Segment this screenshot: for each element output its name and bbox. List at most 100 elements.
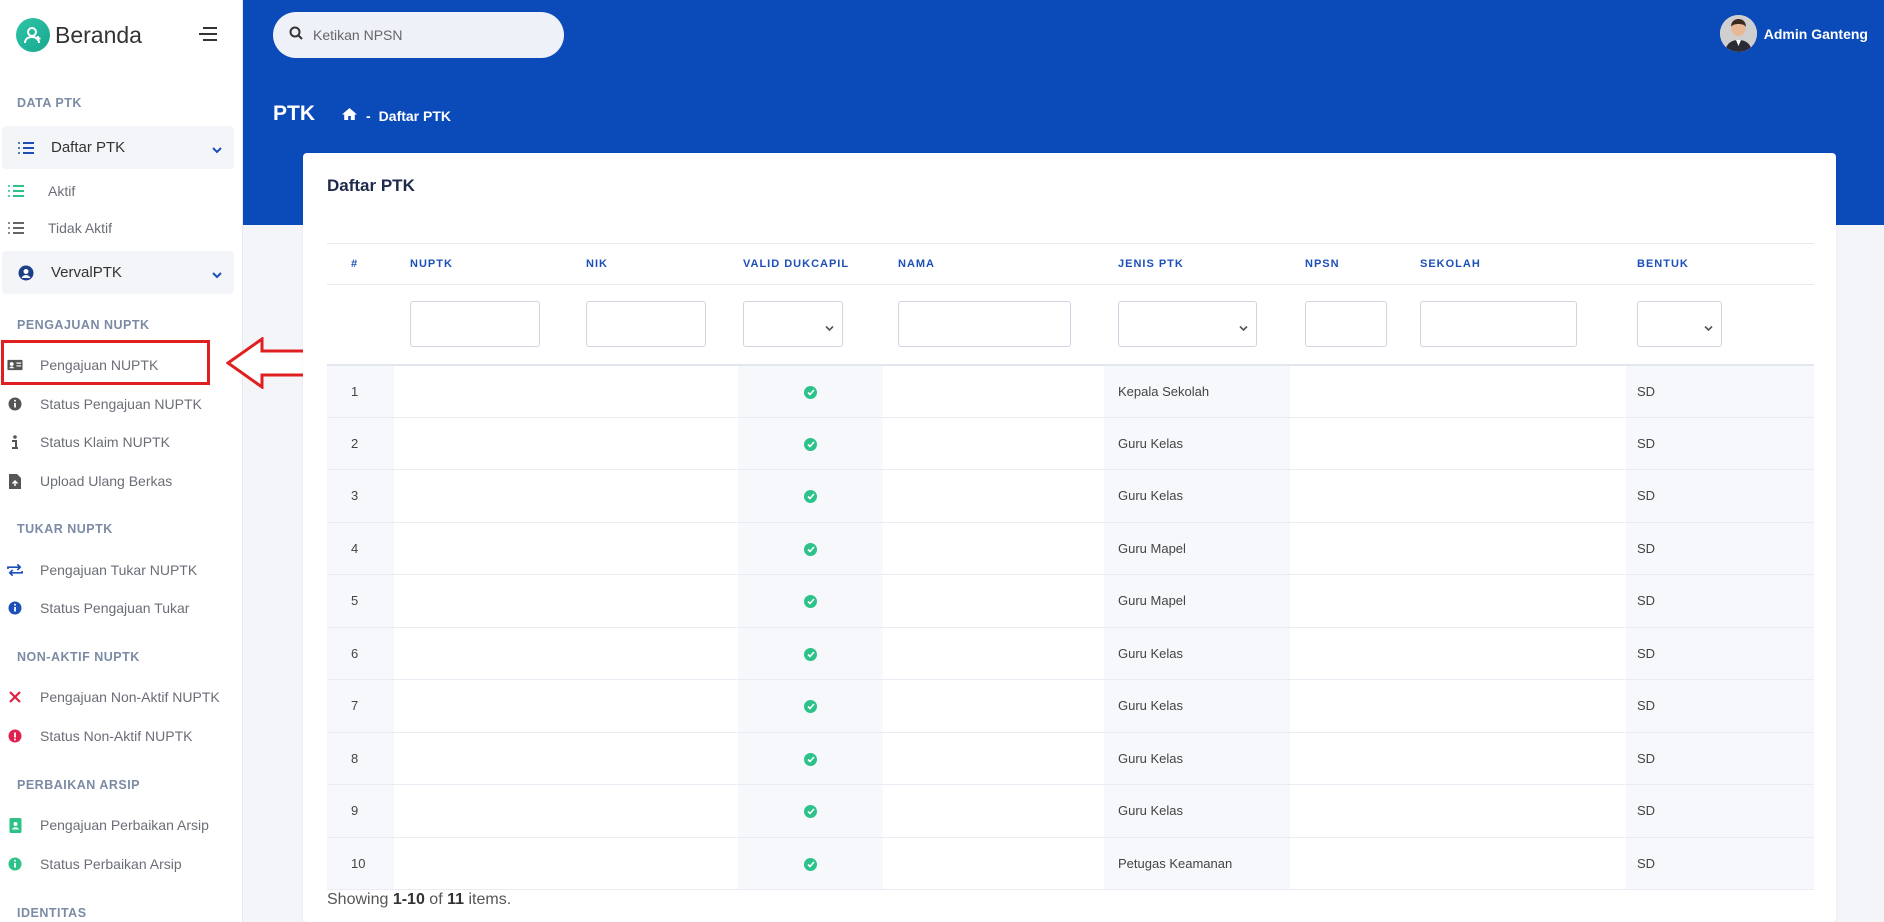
table-row[interactable]: 10 Petugas Keamanan SD <box>327 837 1814 890</box>
table-row[interactable]: 1 Kepala Sekolah SD <box>327 364 1814 418</box>
cell-jenis-ptk: Guru Kelas <box>1104 732 1290 785</box>
section-tukar-nuptk: TUKAR NUPTK <box>17 522 113 536</box>
sidebar-item-tidak-aktif[interactable]: Tidak Aktif <box>8 218 112 238</box>
section-non-aktif-nuptk: NON-AKTIF NUPTK <box>17 650 140 664</box>
cell-jenis-ptk: Guru Mapel <box>1104 522 1290 575</box>
user-circle-icon <box>17 264 35 282</box>
sidebar-item-label: Pengajuan Perbaikan Arsip <box>40 817 209 833</box>
cell-bentuk: SD <box>1626 417 1814 470</box>
sidebar-item-pengajuan-perbaikan-arsip[interactable]: Pengajuan Perbaikan Arsip <box>7 815 209 835</box>
sidebar-item-pengajuan-non-aktif-nuptk[interactable]: Pengajuan Non-Aktif NUPTK <box>7 687 220 707</box>
cell-no: 1 <box>327 364 394 418</box>
table-row[interactable]: 7 Guru Kelas SD <box>327 679 1814 733</box>
sidebar-item-status-perbaikan-arsip[interactable]: Status Perbaikan Arsip <box>7 854 182 874</box>
sidebar-item-upload-ulang-berkas[interactable]: Upload Ulang Berkas <box>7 471 172 491</box>
pagination-summary: Showing 1-10 of 11 items. <box>327 891 511 909</box>
sidebar-item-pengajuan-tukar-nuptk[interactable]: Pengajuan Tukar NUPTK <box>7 560 197 580</box>
sidebar-item-status-pengajuan-nuptk[interactable]: Status Pengajuan NUPTK <box>7 394 202 414</box>
table-row[interactable]: 2 Guru Kelas SD <box>327 417 1814 470</box>
search-icon <box>289 26 303 45</box>
cell-nuptk <box>394 627 571 680</box>
check-circle-icon <box>804 490 817 504</box>
sidebar-item-status-non-aktif-nuptk[interactable]: Status Non-Aktif NUPTK <box>7 726 193 746</box>
cell-no: 6 <box>327 627 394 680</box>
summary-range: 1-10 <box>392 891 425 908</box>
table-row[interactable]: 5 Guru Mapel SD <box>327 574 1814 628</box>
cell-nik <box>571 627 738 680</box>
menu-toggle-icon[interactable] <box>199 26 217 47</box>
info-circle-icon <box>7 600 23 616</box>
sidebar-item-label: Tidak Aktif <box>48 220 113 236</box>
col-header-nuptk[interactable]: NUPTK <box>394 243 571 285</box>
table-row[interactable]: 6 Guru Kelas SD <box>327 627 1814 680</box>
cell-sekolah <box>1420 679 1626 733</box>
section-perbaikan-arsip: PERBAIKAN ARSIP <box>17 778 141 792</box>
cell-nama <box>883 469 1104 523</box>
filter-nik-input[interactable] <box>586 301 706 348</box>
cell-bentuk: SD <box>1626 364 1814 418</box>
cell-no: 3 <box>327 469 394 523</box>
sidebar-item-label: Status Non-Aktif NUPTK <box>40 728 193 744</box>
cell-valid-dukcapil <box>738 784 883 838</box>
cell-nik <box>571 522 738 575</box>
cell-nama <box>883 627 1104 680</box>
user-menu[interactable]: Admin Ganteng <box>1719 15 1868 52</box>
cell-jenis-ptk: Kepala Sekolah <box>1104 364 1290 418</box>
cell-nama <box>883 522 1104 575</box>
cell-no: 10 <box>327 837 394 890</box>
filter-valid-dukcapil-select[interactable] <box>743 301 843 348</box>
sidebar-item-status-klaim-nuptk[interactable]: Status Klaim NUPTK <box>7 432 170 452</box>
col-header-valid-dukcapil[interactable]: VALID DUKCAPIL <box>738 243 883 285</box>
table-row[interactable]: 3 Guru Kelas SD <box>327 469 1814 523</box>
cell-nama <box>883 364 1104 418</box>
search-input[interactable] <box>313 27 543 43</box>
cell-jenis-ptk: Guru Kelas <box>1104 417 1290 470</box>
filter-jenis-ptk-select[interactable] <box>1118 301 1257 348</box>
check-circle-icon <box>804 700 817 714</box>
col-header-no[interactable]: # <box>327 243 394 285</box>
cell-valid-dukcapil <box>738 679 883 733</box>
cell-nik <box>571 679 738 733</box>
cell-jenis-ptk: Petugas Keamanan <box>1104 837 1290 890</box>
cell-nik <box>571 732 738 785</box>
home-icon[interactable] <box>341 107 358 124</box>
table-row[interactable]: 9 Guru Kelas SD <box>327 784 1814 838</box>
filter-nuptk-input[interactable] <box>410 301 540 348</box>
table-row[interactable]: 4 Guru Mapel SD <box>327 522 1814 575</box>
cell-nik <box>571 784 738 838</box>
cell-npsn <box>1290 364 1420 418</box>
col-header-npsn[interactable]: NPSN <box>1290 243 1420 285</box>
cell-valid-dukcapil <box>738 837 883 890</box>
col-header-nama[interactable]: NAMA <box>883 243 1104 285</box>
sidebar-item-status-pengajuan-tukar[interactable]: Status Pengajuan Tukar <box>7 598 189 618</box>
sidebar-group-verval-ptk[interactable]: VervalPTK <box>2 251 234 294</box>
chevron-down-icon <box>1239 319 1248 337</box>
cell-valid-dukcapil <box>738 469 883 523</box>
ptk-table: # NUPTK NIK VALID DUKCAPIL NAMA JENIS PT… <box>327 243 1814 890</box>
col-header-nik[interactable]: NIK <box>571 243 738 285</box>
breadcrumb-separator: - <box>366 107 371 124</box>
filter-sekolah-input[interactable] <box>1420 301 1577 348</box>
summary-middle: of <box>424 891 448 908</box>
filter-bentuk-select[interactable] <box>1637 301 1722 348</box>
sidebar-item-label: Status Pengajuan Tukar <box>40 600 190 616</box>
cell-valid-dukcapil <box>738 627 883 680</box>
col-header-bentuk[interactable]: BENTUK <box>1626 243 1814 285</box>
sidebar-item-label: Upload Ulang Berkas <box>40 473 173 489</box>
user-name: Admin Ganteng <box>1763 25 1868 42</box>
filter-nama-input[interactable] <box>898 301 1071 348</box>
table-row[interactable]: 8 Guru Kelas SD <box>327 732 1814 785</box>
table-header-row: # NUPTK NIK VALID DUKCAPIL NAMA JENIS PT… <box>327 243 1814 285</box>
col-header-jenis-ptk[interactable]: JENIS PTK <box>1104 243 1290 285</box>
exchange-icon <box>7 562 23 578</box>
cell-jenis-ptk: Guru Mapel <box>1104 574 1290 628</box>
sidebar-item-aktif[interactable]: Aktif <box>8 181 75 201</box>
sidebar-group-daftar-ptk[interactable]: Daftar PTK <box>2 126 234 169</box>
cell-nama <box>883 417 1104 470</box>
filter-npsn-input[interactable] <box>1305 301 1387 348</box>
col-header-sekolah[interactable]: SEKOLAH <box>1420 243 1626 285</box>
search-bar[interactable] <box>273 12 564 58</box>
cell-npsn <box>1290 679 1420 733</box>
cell-bentuk: SD <box>1626 627 1814 680</box>
sidebar-item-label: Pengajuan Non-Aktif NUPTK <box>40 689 220 705</box>
